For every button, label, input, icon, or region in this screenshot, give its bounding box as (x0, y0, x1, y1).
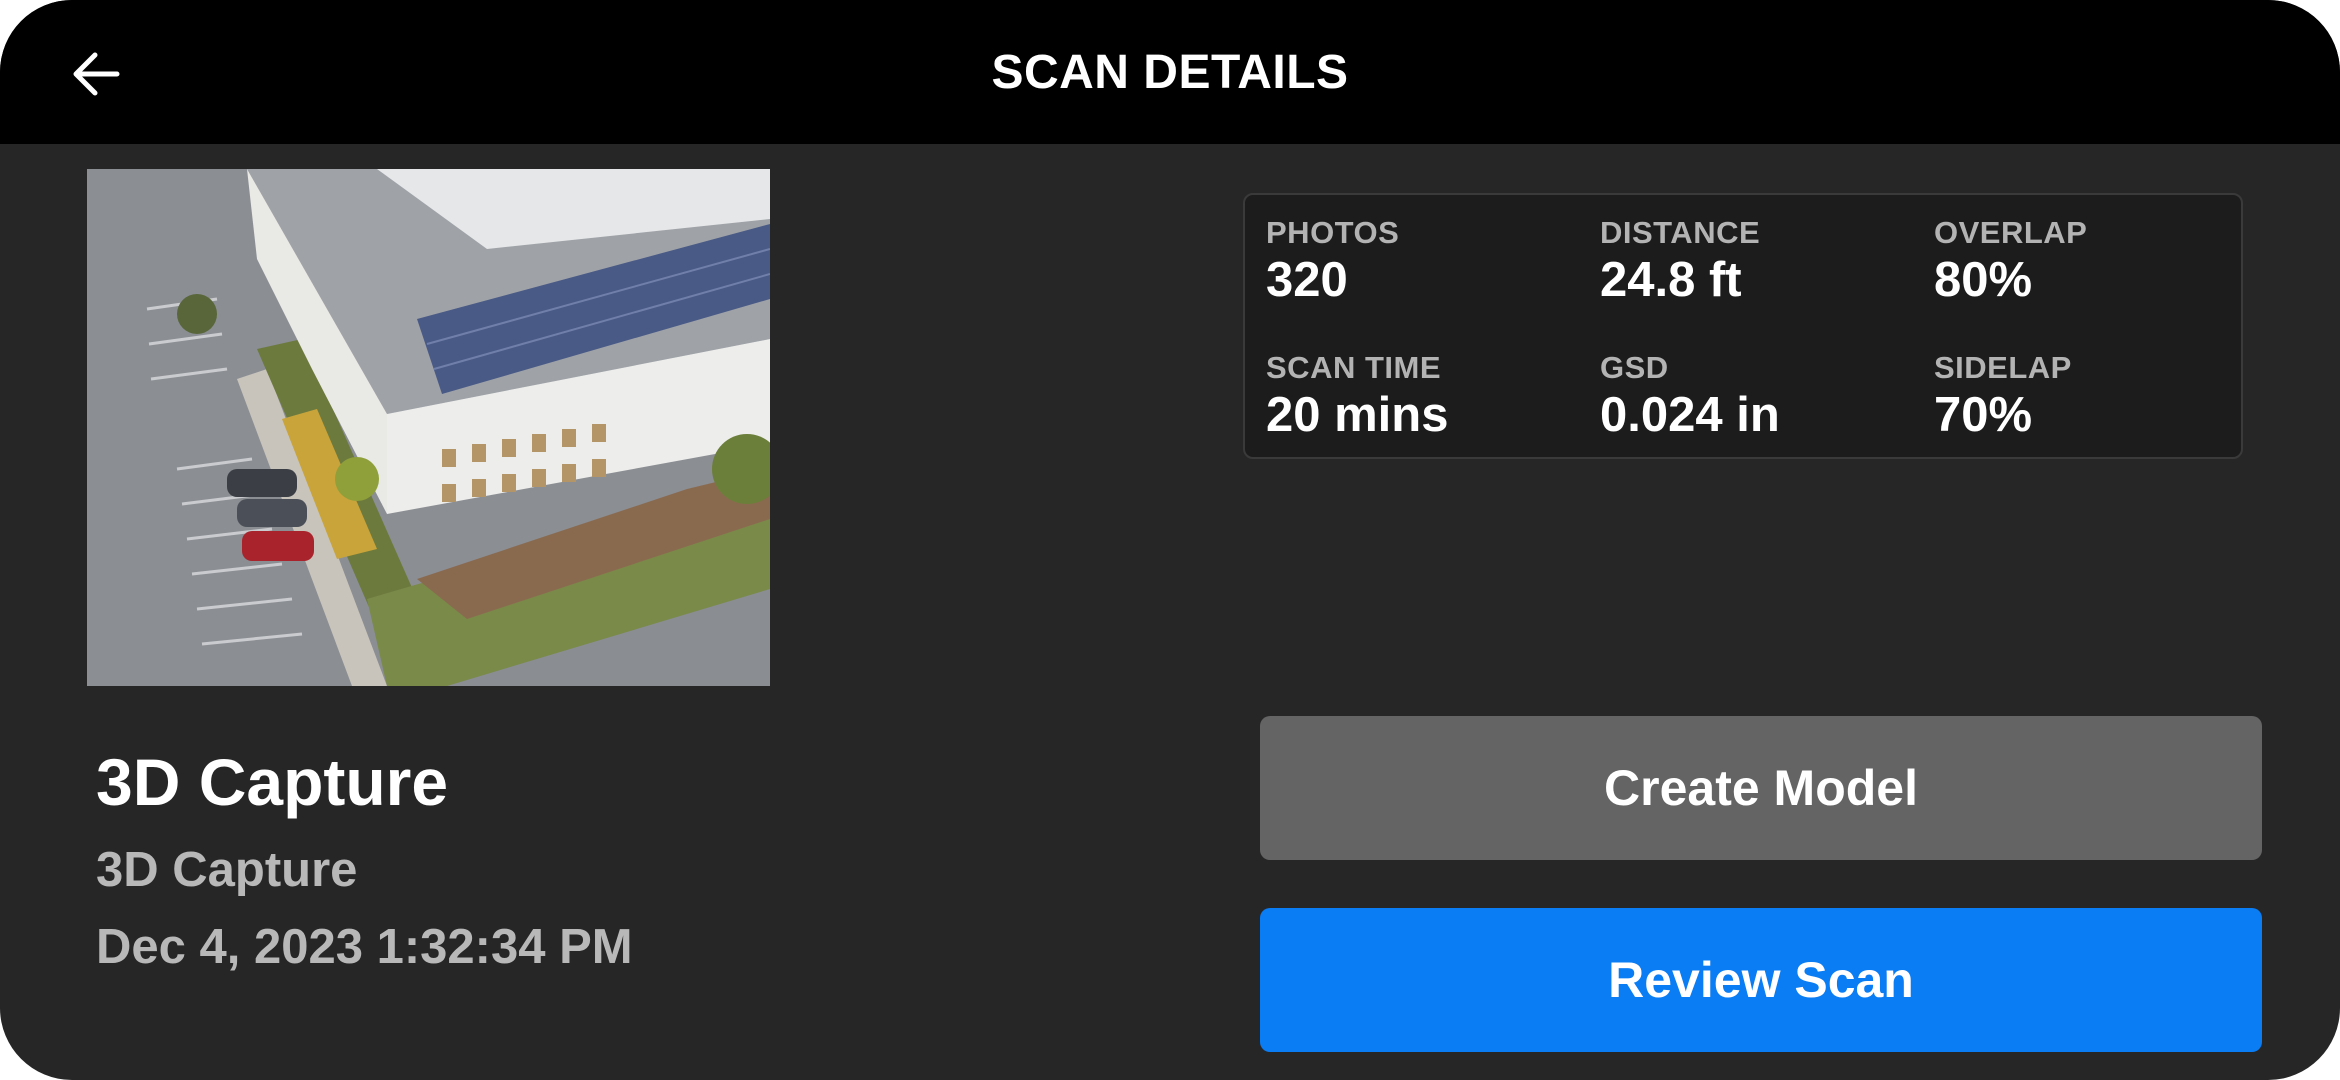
scan-name: 3D Capture (96, 745, 449, 819)
stat-value: 0.024 in (1600, 388, 1780, 442)
scan-type: 3D Capture (96, 843, 358, 897)
stat-label: GSD (1600, 350, 1669, 385)
create-model-button[interactable]: Create Model (1260, 716, 2262, 860)
stat-label: SCAN TIME (1266, 350, 1441, 385)
stat-value: 320 (1266, 253, 1348, 307)
stat-sidelap: SIDELAP 70% (1934, 350, 2254, 444)
scan-thumbnail (87, 169, 770, 686)
stat-value: 70% (1934, 388, 2033, 442)
stat-label: PHOTOS (1266, 215, 1400, 250)
stat-value: 80% (1934, 253, 2033, 307)
scan-date: Dec 4, 2023 1:32:34 PM (96, 920, 633, 974)
back-button[interactable] (58, 36, 134, 112)
stat-label: OVERLAP (1934, 215, 2088, 250)
stat-overlap: OVERLAP 80% (1934, 215, 2254, 309)
stat-gsd: GSD 0.024 in (1600, 350, 1920, 444)
stat-label: SIDELAP (1934, 350, 2072, 385)
stat-scan-time: SCAN TIME 20 mins (1266, 350, 1586, 444)
stat-photos: PHOTOS 320 (1266, 215, 1586, 309)
scan-stats-panel: PHOTOS 320 DISTANCE 24.8 ft OVERLAP 80% … (1243, 193, 2243, 459)
stat-label: DISTANCE (1600, 215, 1761, 250)
stat-distance: DISTANCE 24.8 ft (1600, 215, 1920, 309)
app-screen: SCAN DETAILS 3D Capture 3D Capture Dec 4… (0, 0, 2340, 1080)
top-bar: SCAN DETAILS (0, 0, 2340, 144)
review-scan-button[interactable]: Review Scan (1260, 908, 2262, 1052)
stat-value: 24.8 ft (1600, 253, 1742, 307)
arrow-left-icon (73, 52, 120, 96)
page-title: SCAN DETAILS (991, 46, 1349, 99)
stat-value: 20 mins (1266, 388, 1449, 442)
